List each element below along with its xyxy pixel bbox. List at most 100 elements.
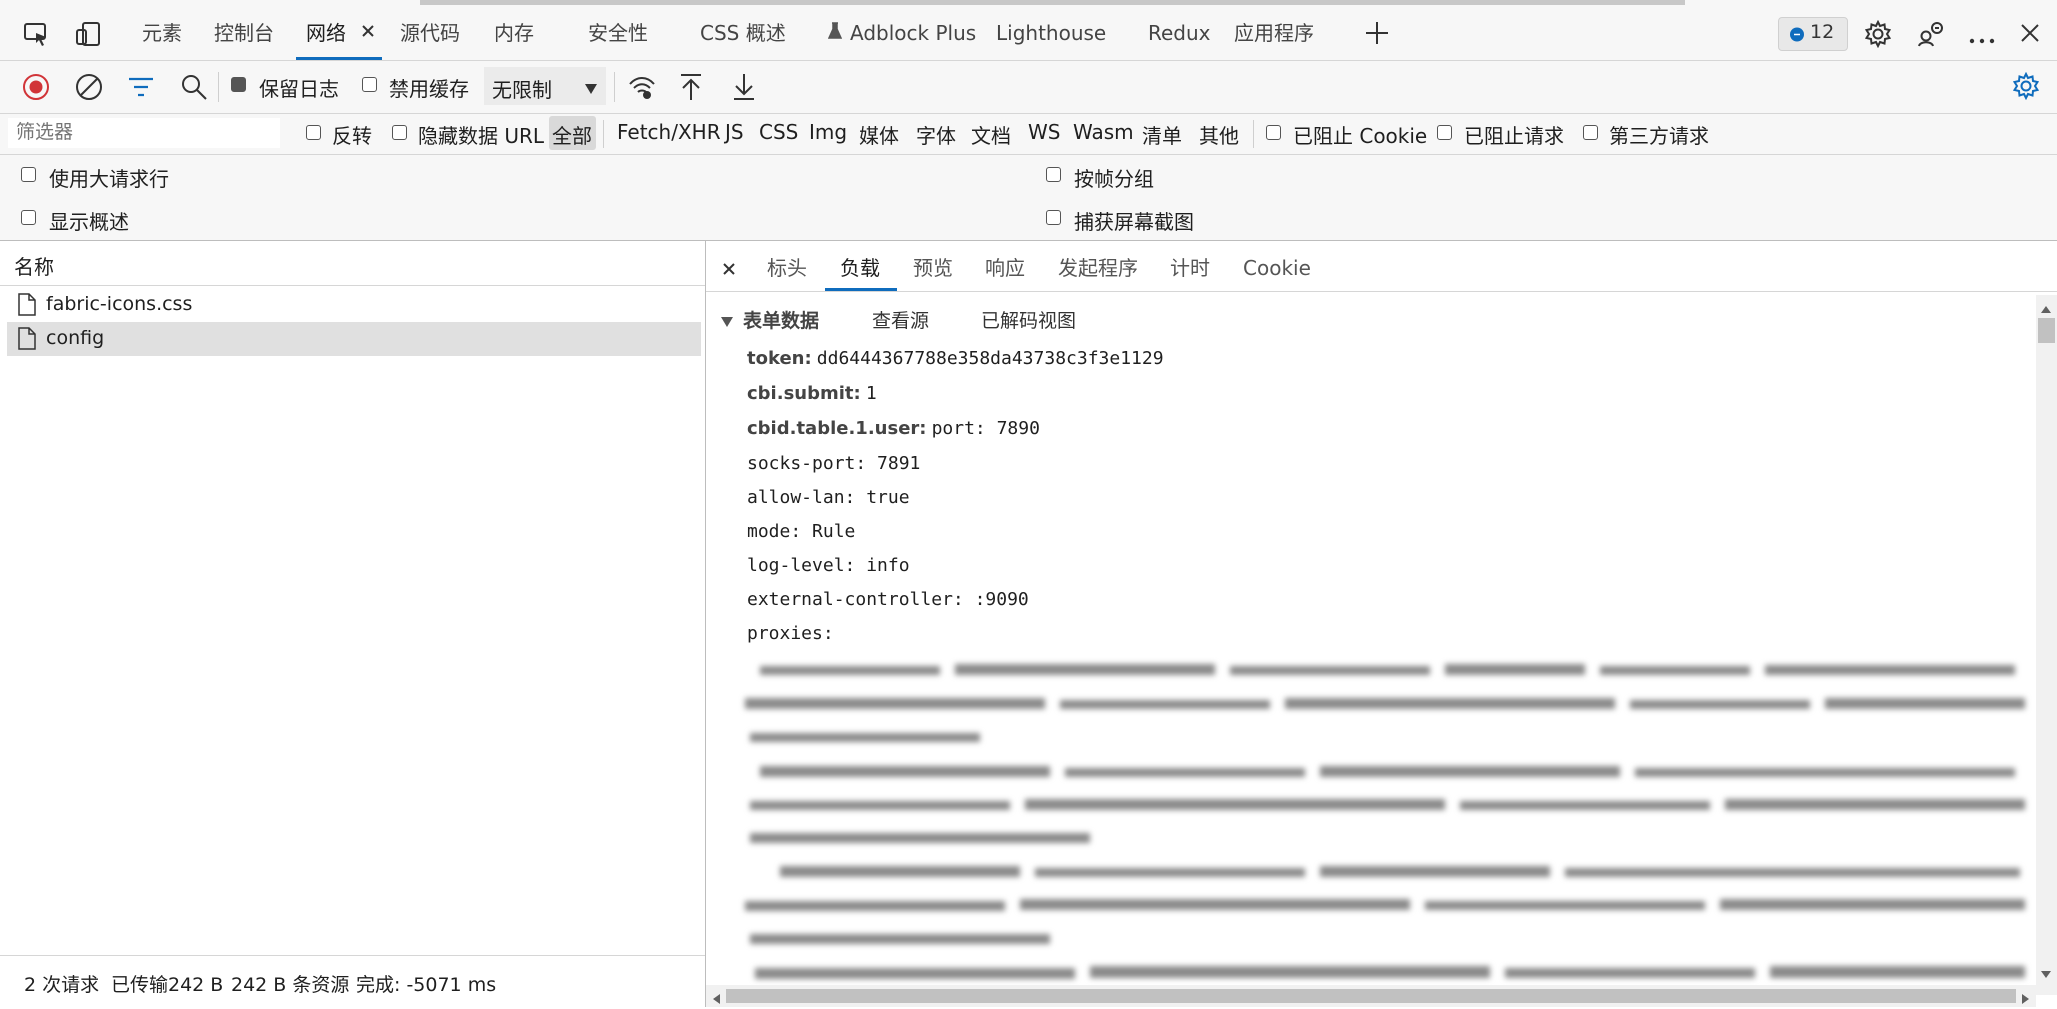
chat-bubble-icon [1789, 27, 1805, 43]
filter-type-font[interactable]: 字体 [916, 120, 956, 149]
details-tab-payload[interactable]: 负载 [840, 241, 880, 291]
search-icon[interactable] [180, 73, 208, 101]
tab-adblock-plus[interactable]: Adblock Plus [850, 0, 976, 60]
disable-cache-checkbox[interactable] [362, 77, 377, 92]
large-rows-checkbox[interactable] [21, 167, 36, 182]
capture-screenshots-checkbox[interactable] [1046, 210, 1061, 225]
details-tab-payload-underline [825, 288, 897, 291]
third-party-checkbox[interactable] [1583, 125, 1598, 140]
more-options-icon[interactable] [1968, 30, 1996, 44]
details-tab-response[interactable]: 响应 [985, 241, 1025, 291]
tab-network[interactable]: 网络 [306, 0, 346, 60]
tab-application[interactable]: 应用程序 [1234, 0, 1314, 60]
form-data-section-title[interactable]: 表单数据 [743, 306, 819, 333]
hide-data-urls-checkbox[interactable] [392, 125, 407, 140]
config-line: proxies: [747, 623, 834, 644]
group-by-frame-checkbox[interactable] [1046, 167, 1061, 182]
summary-transferred: 已传输242 B [111, 974, 224, 996]
triangle-down-icon[interactable] [720, 313, 734, 327]
form-field-value: port: 7890 [931, 418, 1040, 439]
tab-security[interactable]: 安全性 [588, 0, 648, 60]
form-field-submit: cbi.submit: 1 [747, 383, 877, 404]
inspect-element-icon[interactable] [22, 20, 50, 48]
form-field-key: token: [747, 348, 812, 369]
details-tab-initiator[interactable]: 发起程序 [1058, 241, 1138, 291]
details-tab-preview[interactable]: 预览 [913, 241, 953, 291]
throttling-value: 无限制 [492, 78, 552, 102]
chevron-down-icon [584, 80, 598, 94]
filter-type-manifest[interactable]: 清单 [1142, 120, 1182, 149]
document-icon [18, 327, 36, 350]
filter-type-img[interactable]: Img [809, 120, 847, 144]
config-line: allow-lan: true [747, 487, 910, 508]
network-conditions-icon[interactable] [627, 73, 657, 101]
issues-badge[interactable]: 12 [1778, 17, 1848, 51]
blocked-cookies-checkbox[interactable] [1266, 125, 1281, 140]
details-tab-headers[interactable]: 标头 [767, 241, 807, 291]
filter-type-js[interactable]: JS [725, 120, 744, 144]
show-overview-label: 显示概述 [49, 210, 129, 234]
issues-count: 12 [1810, 21, 1835, 43]
network-summary-bar: 2 次请求 已传输242 B 242 B 条资源 完成: -5071 ms [0, 955, 705, 1008]
device-emulation-icon[interactable] [74, 20, 102, 48]
flask-icon [827, 22, 843, 40]
upload-icon[interactable] [678, 72, 704, 102]
config-line: external-controller: :9090 [747, 589, 1029, 610]
request-row[interactable]: config [7, 322, 701, 356]
tab-redux[interactable]: Redux [1148, 0, 1211, 60]
config-line: socks-port: 7891 [747, 453, 921, 474]
clear-icon[interactable] [75, 73, 103, 101]
tab-memory[interactable]: 内存 [494, 0, 534, 60]
tab-css-overview[interactable]: CSS 概述 [700, 0, 786, 60]
feedback-icon[interactable] [1917, 20, 1945, 48]
filter-type-media[interactable]: 媒体 [859, 120, 899, 149]
filter-separator [603, 120, 604, 148]
scroll-left-icon[interactable] [711, 990, 721, 1004]
details-tab-timing[interactable]: 计时 [1170, 241, 1210, 291]
view-decoded-link[interactable]: 已解码视图 [981, 306, 1076, 333]
network-settings-icon[interactable] [2012, 71, 2040, 101]
filter-separator [1253, 120, 1254, 148]
horizontal-scrollbar-thumb[interactable] [726, 989, 2016, 1003]
filter-type-fetch-xhr[interactable]: Fetch/XHR [617, 120, 721, 144]
record-icon[interactable] [22, 73, 50, 101]
blocked-requests-checkbox[interactable] [1437, 125, 1452, 140]
details-tab-bar [706, 241, 2057, 292]
throttling-select[interactable]: 无限制 [484, 67, 606, 105]
filter-type-doc[interactable]: 文档 [971, 120, 1011, 149]
filter-icon[interactable] [127, 75, 155, 99]
filter-input[interactable] [8, 118, 280, 148]
name-column-header[interactable]: 名称 [0, 241, 705, 286]
tab-lighthouse[interactable]: Lighthouse [996, 0, 1106, 60]
details-tab-cookies[interactable]: Cookie [1243, 241, 1311, 291]
close-details-icon[interactable] [722, 261, 736, 275]
add-tab-icon[interactable] [1364, 20, 1390, 46]
filter-type-other[interactable]: 其他 [1199, 120, 1239, 149]
tab-console[interactable]: 控制台 [214, 0, 274, 60]
filter-type-wasm[interactable]: Wasm [1073, 120, 1134, 144]
close-devtools-icon[interactable] [2020, 23, 2040, 43]
invert-checkbox[interactable] [306, 125, 321, 140]
tab-elements[interactable]: 元素 [142, 0, 182, 60]
tab-sources[interactable]: 源代码 [400, 0, 460, 60]
hide-data-urls-label: 隐藏数据 URL [418, 124, 545, 148]
toolbar-separator [614, 72, 615, 102]
scroll-down-icon[interactable] [2040, 965, 2052, 978]
scroll-right-icon[interactable] [2021, 990, 2031, 1004]
show-overview-checkbox[interactable] [21, 210, 36, 225]
vertical-scrollbar-thumb[interactable] [2038, 318, 2055, 343]
scroll-up-icon[interactable] [2040, 299, 2052, 313]
form-field-key: cbi.submit: [747, 383, 861, 404]
download-icon[interactable] [731, 72, 757, 102]
view-source-link[interactable]: 查看源 [872, 306, 929, 333]
filter-type-all-label: 全部 [552, 124, 592, 148]
disable-cache-label: 禁用缓存 [389, 77, 469, 101]
vertical-scrollbar[interactable] [2036, 295, 2057, 995]
gear-icon[interactable] [1864, 19, 1892, 49]
filter-type-css[interactable]: CSS [759, 120, 798, 144]
close-icon[interactable] [360, 23, 376, 39]
blocked-requests-label: 已阻止请求 [1464, 124, 1564, 148]
filter-type-ws[interactable]: WS [1028, 120, 1060, 144]
request-row[interactable]: fabric-icons.css [7, 288, 701, 322]
preserve-log-checkbox[interactable] [231, 77, 246, 92]
